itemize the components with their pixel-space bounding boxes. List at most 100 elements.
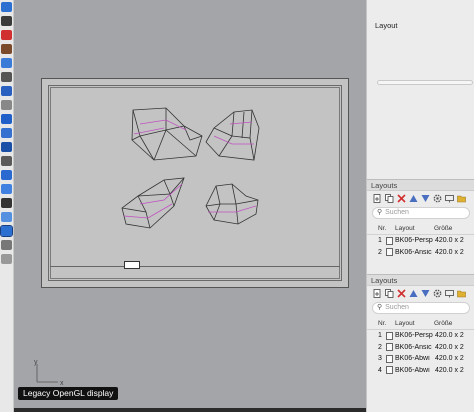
loft-tool-icon[interactable]	[1, 184, 12, 194]
table-row[interactable]: 2 BK06-Ansic 420.0 x 2	[367, 247, 474, 259]
column-layout[interactable]: Layout	[386, 320, 432, 329]
layout-search-field[interactable]: ⚲ Suchen	[372, 302, 470, 314]
table-header: Nr. Layout Größe	[367, 225, 474, 235]
row-name: BK06-Ansic	[395, 343, 432, 351]
mesh-tool-icon[interactable]	[1, 128, 12, 138]
row-size: 420.0 x 2	[435, 237, 464, 245]
rectangle-tool-icon[interactable]	[1, 58, 12, 68]
display-mode-badge: Legacy OpenGL display	[18, 387, 119, 400]
array-tool-icon[interactable]	[1, 212, 12, 222]
row-nr: 1	[378, 332, 382, 340]
tool-palette	[0, 0, 14, 412]
table-row[interactable]: 1 BK06-Persp 420.0 x 2	[367, 330, 474, 342]
layout-page-icon	[386, 343, 393, 352]
settings-gear-icon[interactable]	[433, 289, 442, 298]
curve-tool-icon[interactable]	[1, 30, 12, 40]
settings-gear-icon[interactable]	[433, 194, 442, 203]
row-name: BK06-Persp	[395, 332, 433, 340]
app-window: y x Legacy OpenGL display Layout Layouts	[0, 0, 474, 412]
search-placeholder: Suchen	[385, 209, 409, 216]
arc-tool-icon[interactable]	[1, 86, 12, 96]
transform-tool-icon[interactable]	[1, 142, 12, 152]
new-layout-icon[interactable]	[373, 194, 382, 203]
panel-scrollbar[interactable]	[377, 80, 473, 85]
move-up-icon[interactable]	[409, 289, 418, 298]
circle-tool-icon[interactable]	[1, 72, 12, 82]
boolean-tool-icon[interactable]	[1, 156, 12, 166]
search-icon: ⚲	[377, 209, 383, 216]
layouts-section-2: Layouts ⚲ Suchen Nr. Layout Größe 1 BK06…	[367, 274, 474, 376]
row-size: 420.0 x 2	[435, 248, 464, 256]
layout-page-icon	[386, 236, 393, 245]
column-size[interactable]: Größe	[432, 320, 474, 329]
surface-tool-icon[interactable]	[1, 100, 12, 110]
row-name: BK06-Persp	[395, 237, 433, 245]
display-icon[interactable]	[445, 289, 454, 298]
row-nr: 3	[378, 355, 382, 363]
column-size[interactable]: Größe	[432, 225, 474, 234]
folder-icon[interactable]	[457, 194, 466, 203]
column-nr[interactable]: Nr.	[367, 320, 386, 329]
object-perspective-2	[205, 109, 260, 161]
object-perspective-4	[205, 183, 259, 225]
object-perspective-3	[121, 177, 185, 229]
point-tool-icon[interactable]	[1, 16, 12, 26]
row-name: BK06-Ansic	[395, 248, 432, 256]
dimension-tool-icon[interactable]	[1, 240, 12, 250]
polyline-tool-icon[interactable]	[1, 44, 12, 54]
extrude-tool-icon[interactable]	[1, 170, 12, 180]
folder-icon[interactable]	[457, 289, 466, 298]
row-size: 420.0 x 2	[435, 343, 464, 351]
move-up-icon[interactable]	[409, 194, 418, 203]
row-name: BK06-Abwi	[395, 355, 430, 363]
layout-search-field[interactable]: ⚲ Suchen	[372, 207, 470, 219]
search-placeholder: Suchen	[385, 304, 409, 311]
delete-icon[interactable]	[397, 194, 406, 203]
axis-x-label: x	[60, 380, 64, 387]
move-down-icon[interactable]	[421, 289, 430, 298]
copy-layout-icon[interactable]	[385, 289, 394, 298]
section-header[interactable]: Layouts	[367, 179, 474, 191]
layout-page-icon	[386, 354, 393, 363]
axis-y-label: y	[34, 359, 38, 366]
delete-icon[interactable]	[397, 289, 406, 298]
panel-title: Layout	[375, 21, 398, 30]
row-size: 420.0 x 2	[435, 366, 464, 374]
layout-page-icon	[386, 366, 393, 375]
solid-tool-icon[interactable]	[1, 114, 12, 124]
section-header[interactable]: Layouts	[367, 274, 474, 286]
select-tool-icon[interactable]	[1, 2, 12, 12]
table-row[interactable]: 3 BK06-Abwi 420.0 x 2	[367, 353, 474, 365]
row-name: BK06-Abwi	[395, 366, 430, 374]
table-row[interactable]: 2 BK06-Ansic 420.0 x 2	[367, 342, 474, 354]
layout-panel: Layout Layouts ⚲ Suchen Nr. Layout Größe…	[366, 0, 474, 412]
section-toolbar	[367, 286, 474, 301]
row-nr: 2	[378, 343, 382, 351]
layouts-section-1: Layouts ⚲ Suchen Nr. Layout Größe 1 BK06…	[367, 179, 474, 258]
row-size: 420.0 x 2	[435, 355, 464, 363]
status-strip	[14, 408, 366, 412]
layout-viewport[interactable]: y x Legacy OpenGL display	[14, 0, 366, 412]
drawing-geometry	[121, 107, 260, 229]
layout-page-icon	[386, 331, 393, 340]
search-icon: ⚲	[377, 304, 383, 311]
copy-layout-icon[interactable]	[385, 194, 394, 203]
world-axis-icon: y x	[34, 359, 64, 387]
layout-page-icon	[386, 248, 393, 257]
table-row[interactable]: 1 BK06-Persp 420.0 x 2	[367, 235, 474, 247]
new-layout-icon[interactable]	[373, 289, 382, 298]
table-row[interactable]: 4 BK06-Abwi 420.0 x 2	[367, 365, 474, 377]
display-icon[interactable]	[445, 194, 454, 203]
row-nr: 1	[378, 237, 382, 245]
object-perspective-1	[131, 107, 203, 161]
fillet-tool-icon[interactable]	[1, 198, 12, 208]
row-nr: 2	[378, 248, 382, 256]
layout-tool-icon[interactable]	[0, 225, 13, 237]
move-down-icon[interactable]	[421, 194, 430, 203]
column-layout[interactable]: Layout	[386, 225, 432, 234]
section-toolbar	[367, 191, 474, 206]
row-size: 420.0 x 2	[435, 332, 464, 340]
table-header: Nr. Layout Größe	[367, 320, 474, 330]
text-tool-icon[interactable]	[1, 254, 12, 264]
column-nr[interactable]: Nr.	[367, 225, 386, 234]
